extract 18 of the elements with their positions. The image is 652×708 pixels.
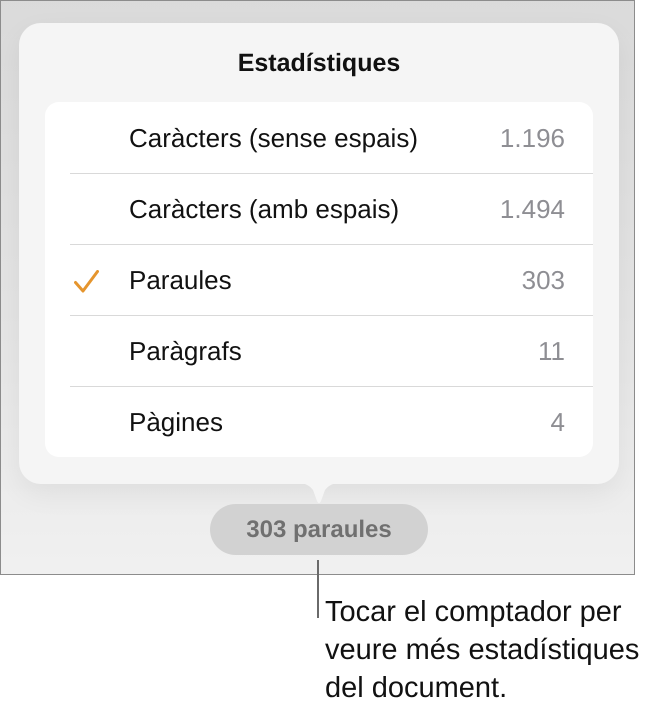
statistic-row[interactable]: Caràcters (amb espais) 1.494 [70, 173, 593, 244]
leader-line [317, 560, 319, 618]
statistic-row[interactable]: Paraules 303 [70, 244, 593, 315]
statistic-value: 1.494 [500, 194, 565, 224]
statistic-label: Caràcters (sense espais) [129, 122, 418, 152]
statistic-label: Paraules [129, 265, 232, 295]
callout-text: Tocar el comptador per veure més estadístiques del document. [325, 595, 640, 706]
statistic-value: 4 [550, 407, 565, 437]
popover-title: Estadístiques [236, 48, 402, 78]
statistic-value: 11 [538, 336, 565, 366]
statistic-label: Pàgines [129, 407, 223, 437]
statistic-label: Caràcters (amb espais) [129, 194, 400, 224]
statistic-row[interactable]: Paràgrafs 11 [70, 315, 593, 386]
statistic-row[interactable]: Caràcters (sense espais) 1.196 [70, 102, 593, 173]
statistic-value: 303 [522, 265, 565, 295]
statistic-label: Paràgrafs [129, 336, 242, 366]
statistic-value: 1.196 [500, 122, 565, 152]
statistic-row[interactable]: Pàgines 4 [70, 386, 593, 457]
